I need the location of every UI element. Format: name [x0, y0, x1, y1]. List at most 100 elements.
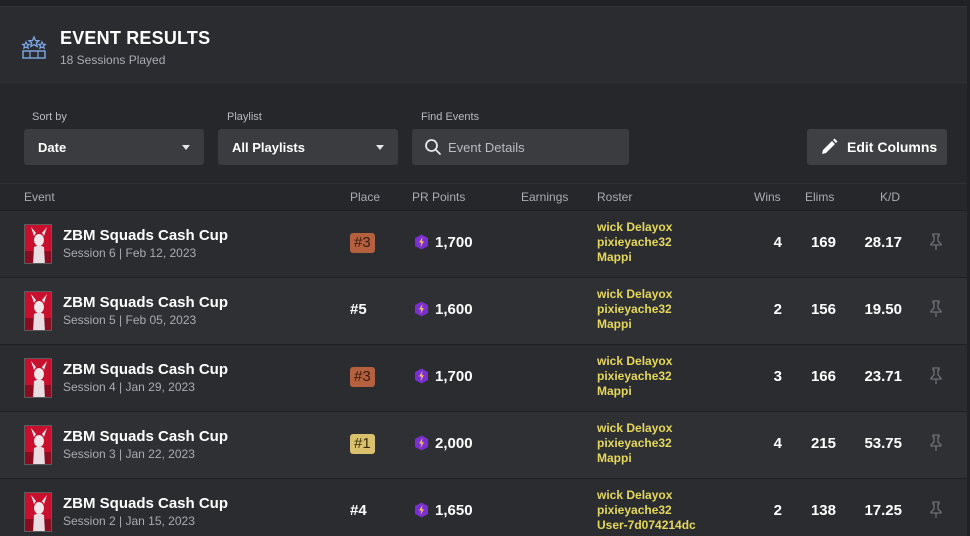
- pr-points: 1,650: [414, 502, 473, 519]
- edit-columns-button[interactable]: Edit Columns: [807, 129, 947, 165]
- sort-by-dropdown[interactable]: Date: [24, 129, 204, 165]
- playlist-dropdown[interactable]: All Playlists: [218, 129, 398, 165]
- roster-player[interactable]: Mappi: [597, 317, 672, 332]
- wins-value: 4: [773, 234, 782, 251]
- wins-value: 4: [773, 435, 782, 452]
- pr-points: 1,600: [414, 301, 473, 318]
- search-icon: [425, 139, 441, 155]
- pr-points: 2,000: [414, 435, 473, 452]
- event-name[interactable]: ZBM Squads Cash Cup: [63, 495, 228, 512]
- table-row[interactable]: ZBM Squads Cash Cup Session 6 | Feb 12, 2…: [0, 210, 967, 277]
- pin-icon[interactable]: [929, 367, 943, 385]
- event-name[interactable]: ZBM Squads Cash Cup: [63, 428, 228, 445]
- col-event[interactable]: Event: [24, 190, 55, 204]
- pr-points-value: 1,650: [435, 502, 473, 519]
- roster-player[interactable]: pixieyache32: [597, 302, 672, 317]
- wins-value: 3: [773, 368, 782, 385]
- col-elims[interactable]: Elims: [805, 190, 834, 204]
- col-pr-points[interactable]: PR Points: [412, 190, 465, 204]
- wins-value: 2: [773, 301, 782, 318]
- playlist-label: Playlist: [227, 111, 262, 123]
- pr-points-value: 1,700: [435, 234, 473, 251]
- kd-value: 17.25: [864, 502, 902, 519]
- roster-player[interactable]: Mappi: [597, 384, 672, 399]
- elims-value: 156: [810, 301, 836, 318]
- place-badge: #4: [350, 502, 367, 519]
- col-place[interactable]: Place: [350, 190, 380, 204]
- kd-value: 23.71: [864, 368, 902, 385]
- roster-player[interactable]: wick Delayox: [597, 287, 672, 302]
- roster-player[interactable]: wick Delayox: [597, 421, 672, 436]
- roster-player[interactable]: pixieyache32: [597, 436, 672, 451]
- pr-points-icon: [415, 234, 428, 250]
- page-title: EVENT RESULTS: [60, 28, 211, 48]
- place-badge: #1: [350, 434, 375, 454]
- col-kd[interactable]: K/D: [880, 190, 900, 204]
- trophy-stars-icon: [21, 35, 47, 59]
- caret-down-icon: [376, 145, 384, 150]
- roster-player[interactable]: wick Delayox: [597, 220, 672, 235]
- find-events-input[interactable]: [448, 129, 618, 165]
- table-row[interactable]: ZBM Squads Cash Cup Session 3 | Jan 22, 2…: [0, 411, 967, 478]
- elims-value: 169: [810, 234, 836, 251]
- event-session-date: Session 6 | Feb 12, 2023: [63, 246, 197, 260]
- roster-player[interactable]: pixieyache32: [597, 369, 672, 384]
- event-thumbnail-icon: [24, 224, 52, 264]
- event-name[interactable]: ZBM Squads Cash Cup: [63, 361, 228, 378]
- roster-list: wick Delayox pixieyache32 Mappi: [597, 421, 672, 466]
- event-name[interactable]: ZBM Squads Cash Cup: [63, 294, 228, 311]
- event-session-date: Session 3 | Jan 22, 2023: [63, 447, 195, 461]
- roster-player[interactable]: wick Delayox: [597, 354, 672, 369]
- event-thumbnail-icon: [24, 358, 52, 398]
- pr-points-value: 2,000: [435, 435, 473, 452]
- kd-value: 53.75: [864, 435, 902, 452]
- roster-list: wick Delayox pixieyache32 User-7d074214dc: [597, 488, 696, 533]
- edit-columns-label: Edit Columns: [847, 139, 938, 155]
- event-name[interactable]: ZBM Squads Cash Cup: [63, 227, 228, 244]
- table-row[interactable]: ZBM Squads Cash Cup Session 2 | Jan 15, 2…: [0, 478, 967, 536]
- place-badge: #3: [350, 233, 375, 253]
- find-events-label: Find Events: [421, 111, 480, 123]
- pr-points: 1,700: [414, 234, 473, 251]
- table-row[interactable]: ZBM Squads Cash Cup Session 5 | Feb 05, 2…: [0, 277, 967, 344]
- event-thumbnail-icon: [24, 492, 52, 532]
- pin-icon[interactable]: [929, 501, 943, 519]
- kd-value: 19.50: [864, 301, 902, 318]
- event-session-date: Session 5 | Feb 05, 2023: [63, 313, 197, 327]
- playlist-value: All Playlists: [232, 140, 305, 155]
- roster-list: wick Delayox pixieyache32 Mappi: [597, 354, 672, 399]
- pr-points-value: 1,700: [435, 368, 473, 385]
- place-badge: #5: [350, 301, 367, 318]
- filter-bar: Sort by Date Playlist All Playlists Find…: [0, 83, 967, 183]
- event-session-date: Session 4 | Jan 29, 2023: [63, 380, 195, 394]
- sort-by-label: Sort by: [32, 111, 67, 123]
- roster-player[interactable]: wick Delayox: [597, 488, 696, 503]
- roster-player[interactable]: User-7d074214dc: [597, 518, 696, 533]
- pencil-icon: [822, 138, 838, 154]
- col-roster[interactable]: Roster: [597, 190, 632, 204]
- pin-icon[interactable]: [929, 434, 943, 452]
- elims-value: 215: [810, 435, 836, 452]
- roster-list: wick Delayox pixieyache32 Mappi: [597, 287, 672, 332]
- pin-icon[interactable]: [929, 300, 943, 318]
- kd-value: 28.17: [864, 234, 902, 251]
- roster-player[interactable]: Mappi: [597, 250, 672, 265]
- event-session-date: Session 2 | Jan 15, 2023: [63, 514, 195, 528]
- roster-player[interactable]: pixieyache32: [597, 503, 696, 518]
- roster-player[interactable]: pixieyache32: [597, 235, 672, 250]
- pr-points-icon: [415, 435, 428, 451]
- pr-points: 1,700: [414, 368, 473, 385]
- roster-player[interactable]: Mappi: [597, 451, 672, 466]
- sort-by-value: Date: [38, 140, 67, 155]
- event-thumbnail-icon: [24, 425, 52, 465]
- roster-list: wick Delayox pixieyache32 Mappi: [597, 220, 672, 265]
- pin-icon[interactable]: [929, 233, 943, 251]
- wins-value: 2: [773, 502, 782, 519]
- col-wins[interactable]: Wins: [754, 190, 781, 204]
- elims-value: 166: [810, 368, 836, 385]
- find-events-search: [412, 129, 629, 165]
- caret-down-icon: [182, 145, 190, 150]
- table-row[interactable]: ZBM Squads Cash Cup Session 4 | Jan 29, 2…: [0, 344, 967, 411]
- col-earnings[interactable]: Earnings: [521, 190, 568, 204]
- panel-header: EVENT RESULTS 18 Sessions Played: [0, 7, 967, 83]
